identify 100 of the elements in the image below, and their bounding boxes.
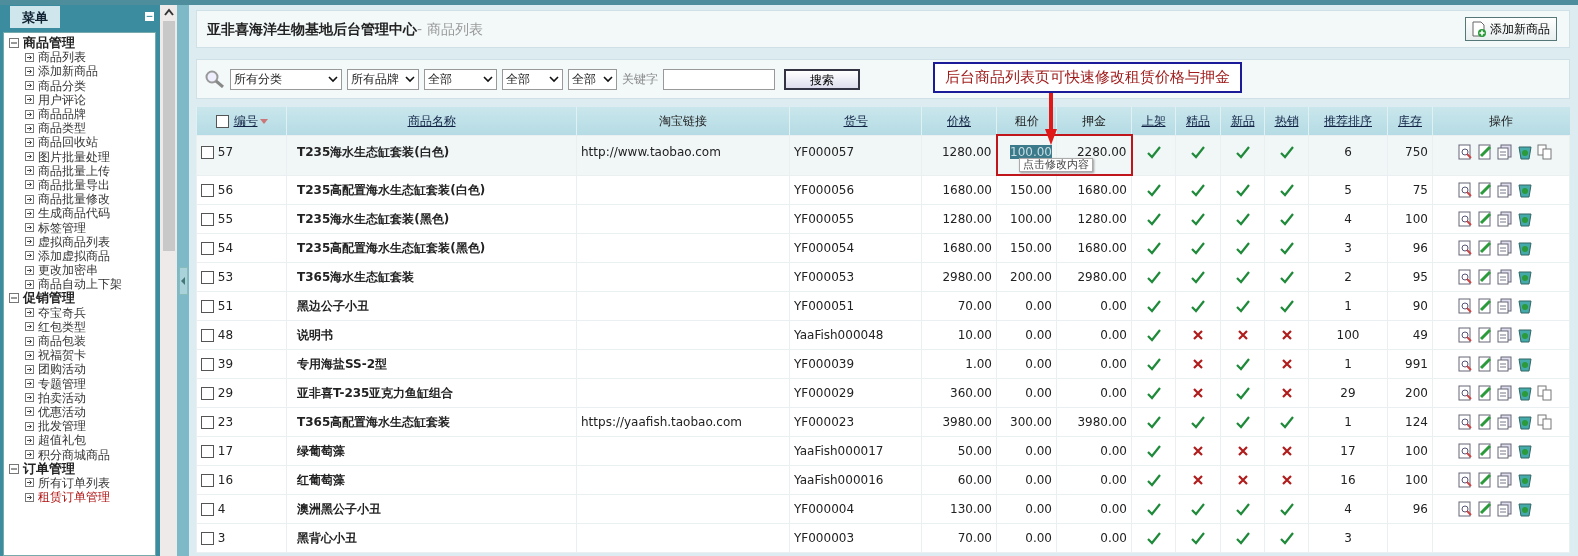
edit-icon[interactable] bbox=[1477, 443, 1493, 459]
view-icon[interactable] bbox=[1457, 298, 1473, 314]
check-icon[interactable] bbox=[1145, 327, 1162, 343]
menu-item[interactable]: 红包类型 bbox=[38, 319, 86, 334]
edit-icon[interactable] bbox=[1477, 144, 1493, 160]
filter-select[interactable]: 所有品牌 bbox=[347, 68, 419, 90]
collapse-icon[interactable] bbox=[9, 38, 19, 49]
row-checkbox[interactable] bbox=[201, 444, 214, 458]
dropdown-caret-icon[interactable] bbox=[483, 75, 493, 83]
copy-icon[interactable] bbox=[1537, 385, 1553, 401]
copy-icon[interactable] bbox=[1537, 414, 1553, 430]
menu-item[interactable]: 用户评论 bbox=[38, 92, 86, 107]
menu-item[interactable]: 专题管理 bbox=[38, 376, 86, 391]
check-icon[interactable] bbox=[1190, 298, 1206, 314]
menu-item[interactable]: 商品分类 bbox=[38, 78, 86, 93]
document-icon[interactable] bbox=[1497, 501, 1513, 517]
select-all-checkbox[interactable] bbox=[215, 114, 229, 128]
check-icon[interactable] bbox=[1234, 356, 1251, 372]
check-icon[interactable] bbox=[1190, 182, 1206, 198]
menu-item[interactable]: 商品回收站 bbox=[38, 135, 98, 150]
menu-item[interactable]: 超值礼包 bbox=[38, 433, 86, 448]
trash-icon[interactable] bbox=[1517, 501, 1533, 517]
collapse-icon[interactable] bbox=[9, 463, 19, 474]
menu-group[interactable]: 订单管理 bbox=[23, 461, 75, 476]
view-icon[interactable] bbox=[1457, 327, 1473, 343]
menu-group[interactable]: 商品管理 bbox=[23, 36, 75, 51]
dropdown-caret-icon[interactable] bbox=[549, 75, 559, 83]
trash-icon[interactable] bbox=[1517, 298, 1533, 314]
column-header[interactable]: 价格 bbox=[947, 113, 971, 128]
row-checkbox[interactable] bbox=[201, 386, 214, 400]
document-icon[interactable] bbox=[1497, 298, 1513, 314]
view-icon[interactable] bbox=[1457, 356, 1473, 372]
check-icon[interactable] bbox=[1278, 501, 1295, 517]
menu-item[interactable]: 商品批量导出 bbox=[38, 177, 110, 192]
edit-icon[interactable] bbox=[1477, 298, 1493, 314]
check-icon[interactable] bbox=[1145, 211, 1162, 227]
document-icon[interactable] bbox=[1497, 240, 1513, 256]
document-icon[interactable] bbox=[1497, 443, 1513, 459]
menu-item[interactable]: 标签管理 bbox=[38, 220, 86, 235]
view-icon[interactable] bbox=[1457, 443, 1473, 459]
collapse-icon[interactable] bbox=[9, 293, 19, 304]
check-icon[interactable] bbox=[1190, 414, 1206, 430]
menu-item[interactable]: 添加新商品 bbox=[38, 64, 98, 79]
copy-icon[interactable] bbox=[1537, 144, 1553, 160]
check-icon[interactable] bbox=[1234, 182, 1251, 198]
trash-icon[interactable] bbox=[1517, 144, 1533, 160]
row-checkbox[interactable] bbox=[201, 241, 214, 255]
check-icon[interactable] bbox=[1234, 501, 1251, 517]
row-checkbox[interactable] bbox=[201, 299, 214, 313]
row-checkbox[interactable] bbox=[201, 145, 214, 159]
search-button[interactable]: 搜索 bbox=[784, 68, 860, 90]
filter-select[interactable]: 全部 bbox=[502, 68, 563, 90]
document-icon[interactable] bbox=[1497, 182, 1513, 198]
check-icon[interactable] bbox=[1278, 414, 1295, 430]
edit-icon[interactable] bbox=[1477, 472, 1493, 488]
check-icon[interactable] bbox=[1234, 144, 1251, 160]
menu-item[interactable]: 商品列表 bbox=[38, 50, 86, 65]
check-icon[interactable] bbox=[1190, 530, 1206, 546]
view-icon[interactable] bbox=[1457, 144, 1473, 160]
menu-item[interactable]: 拍卖活动 bbox=[38, 390, 86, 405]
menu-item[interactable]: 批发管理 bbox=[38, 419, 86, 434]
check-icon[interactable] bbox=[1190, 269, 1206, 285]
view-icon[interactable] bbox=[1457, 182, 1473, 198]
menu-item[interactable]: 商品自动上下架 bbox=[38, 277, 122, 292]
check-icon[interactable] bbox=[1190, 501, 1206, 517]
row-checkbox[interactable] bbox=[201, 270, 214, 284]
menu-item[interactable]: 商品批量修改 bbox=[38, 192, 110, 207]
menu-tab[interactable]: 菜单 bbox=[10, 5, 60, 28]
menu-item[interactable]: 商品批量上传 bbox=[38, 163, 110, 178]
menu-item[interactable]: 商品类型 bbox=[38, 121, 86, 136]
view-icon[interactable] bbox=[1457, 211, 1473, 227]
scrollbar-thumb[interactable] bbox=[162, 21, 175, 251]
row-checkbox[interactable] bbox=[201, 328, 214, 342]
trash-icon[interactable] bbox=[1517, 327, 1533, 343]
trash-icon[interactable] bbox=[1517, 269, 1533, 285]
check-icon[interactable] bbox=[1234, 269, 1251, 285]
view-icon[interactable] bbox=[1457, 385, 1473, 401]
view-icon[interactable] bbox=[1457, 501, 1473, 517]
document-icon[interactable] bbox=[1497, 385, 1513, 401]
check-icon[interactable] bbox=[1234, 211, 1251, 227]
trash-icon[interactable] bbox=[1517, 240, 1533, 256]
menu-item[interactable]: 租赁订单管理 bbox=[38, 490, 110, 505]
row-checkbox[interactable] bbox=[201, 473, 214, 487]
check-icon[interactable] bbox=[1145, 144, 1162, 160]
keyword-field[interactable] bbox=[663, 68, 775, 90]
view-icon[interactable] bbox=[1457, 269, 1473, 285]
document-icon[interactable] bbox=[1497, 144, 1513, 160]
check-icon[interactable] bbox=[1234, 298, 1251, 314]
edit-icon[interactable] bbox=[1477, 414, 1493, 430]
trash-icon[interactable] bbox=[1517, 182, 1533, 198]
row-checkbox[interactable] bbox=[201, 502, 214, 516]
row-checkbox[interactable] bbox=[201, 212, 214, 226]
menu-item[interactable]: 夺宝奇兵 bbox=[38, 305, 86, 320]
filter-select[interactable]: 全部 bbox=[424, 68, 497, 90]
add-product-button[interactable]: 添加新商品 bbox=[1465, 17, 1557, 41]
check-icon[interactable] bbox=[1234, 530, 1251, 546]
check-icon[interactable] bbox=[1234, 414, 1251, 430]
filter-select[interactable]: 全部 bbox=[568, 68, 617, 90]
check-icon[interactable] bbox=[1145, 530, 1162, 546]
check-icon[interactable] bbox=[1145, 501, 1162, 517]
